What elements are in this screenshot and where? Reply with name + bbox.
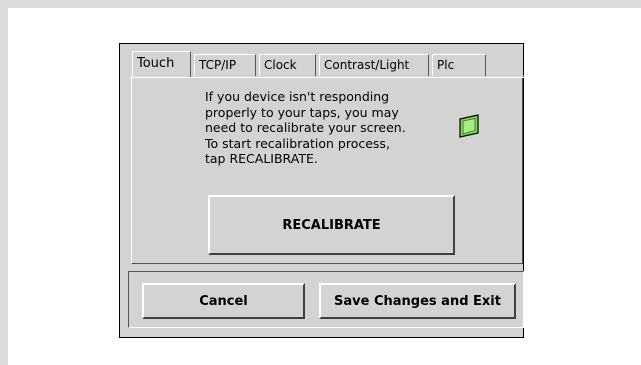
tab-touch[interactable]: Touch (132, 51, 191, 77)
tab-plc[interactable]: Plc (432, 54, 486, 76)
settings-dialog: Touch TCP/IP Clock Contrast/Light Plc If… (119, 43, 526, 338)
tab-contrast-light[interactable]: Contrast/Light (319, 54, 429, 76)
tab-strip-edge (130, 77, 526, 78)
recalibration-instructions: If you device isn't responding properly … (205, 89, 406, 166)
cancel-button[interactable]: Cancel (142, 283, 305, 319)
screen-icon (456, 113, 482, 139)
frame-top-border (0, 0, 641, 8)
save-changes-exit-button[interactable]: Save Changes and Exit (319, 283, 516, 319)
frame-left-border (0, 0, 8, 365)
tab-tcp-ip[interactable]: TCP/IP (194, 54, 256, 76)
recalibrate-button[interactable]: RECALIBRATE (208, 195, 455, 255)
tab-clock[interactable]: Clock (259, 54, 316, 76)
